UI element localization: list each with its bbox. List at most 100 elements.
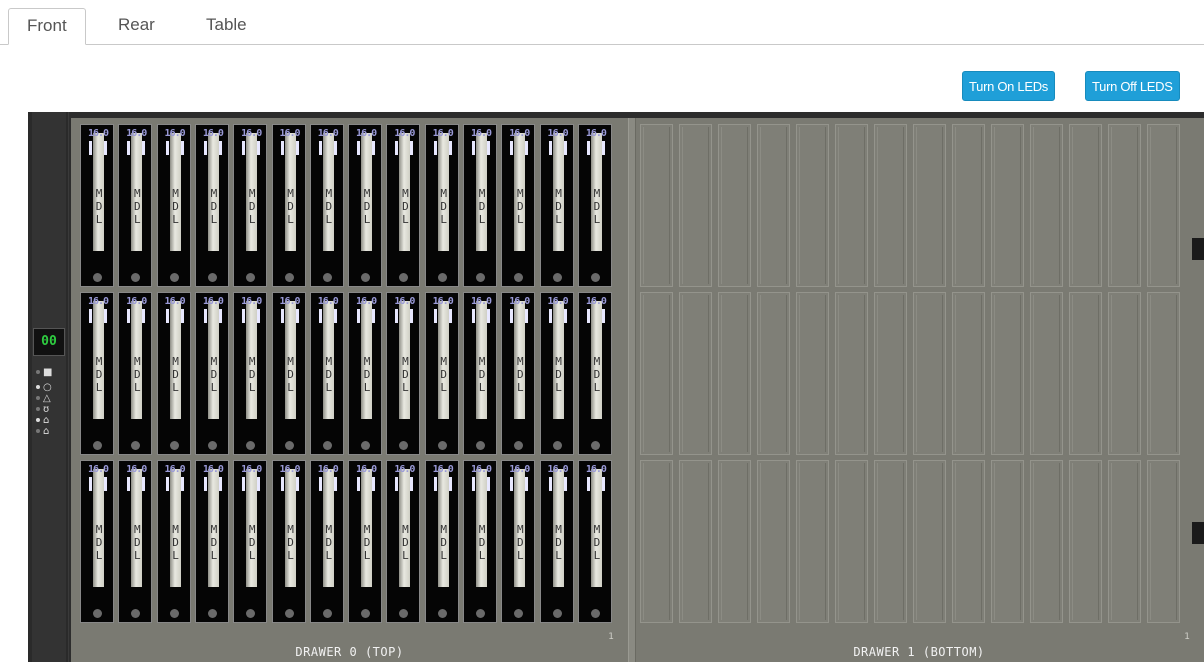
empty-slot[interactable] bbox=[679, 460, 712, 623]
disk-slot[interactable]: 16.0 M D L bbox=[386, 292, 421, 455]
empty-slot[interactable] bbox=[1147, 460, 1180, 623]
disk-slot[interactable]: 16.0 M D L bbox=[501, 460, 536, 623]
disk-slot[interactable]: 16.0 M D L bbox=[156, 460, 191, 623]
disk-slot[interactable]: 16.0 M D L bbox=[233, 292, 268, 455]
disk-status-led-icon bbox=[476, 273, 485, 282]
empty-slot[interactable] bbox=[874, 292, 907, 455]
empty-slot[interactable] bbox=[952, 124, 985, 287]
empty-slot[interactable] bbox=[835, 124, 868, 287]
disk-slot[interactable]: 16.0 M D L bbox=[194, 124, 229, 287]
disk-slot[interactable]: 16.0 M D L bbox=[501, 124, 536, 287]
empty-slot[interactable] bbox=[952, 460, 985, 623]
disk-capacity: 16.0 bbox=[125, 129, 147, 157]
turn-on-leds-button[interactable]: Turn On LEDs bbox=[962, 71, 1056, 101]
empty-slot[interactable] bbox=[991, 460, 1024, 623]
tab-rear[interactable]: Rear bbox=[100, 8, 173, 44]
empty-slot[interactable] bbox=[1069, 460, 1102, 623]
disk-slot[interactable]: 16.0 M D L bbox=[501, 292, 536, 455]
disk-slot[interactable]: 16.0 M D L bbox=[577, 124, 612, 287]
empty-slot[interactable] bbox=[952, 292, 985, 455]
disk-slot[interactable]: 16.0 M D L bbox=[118, 124, 153, 287]
empty-slot[interactable] bbox=[991, 292, 1024, 455]
disk-slot[interactable]: 16.0 M D L bbox=[156, 292, 191, 455]
disk-slot[interactable]: 16.0 M D L bbox=[80, 124, 114, 287]
disk-slot[interactable]: 16.0 M D L bbox=[539, 292, 574, 455]
disk-status-led-icon bbox=[361, 441, 371, 450]
empty-slot[interactable] bbox=[718, 460, 751, 623]
disk-slot[interactable]: 16.0 M D L bbox=[194, 292, 229, 455]
disk-slot[interactable]: 16.0 M D L bbox=[271, 124, 306, 287]
disk-slot[interactable]: 16.0 M D L bbox=[539, 460, 574, 623]
empty-slot[interactable] bbox=[835, 292, 868, 455]
disk-slot[interactable]: 16.0 M D L bbox=[424, 460, 459, 623]
disk-slot[interactable]: 16.0 M D L bbox=[348, 292, 383, 455]
empty-slot[interactable] bbox=[1147, 124, 1180, 287]
empty-slot[interactable] bbox=[874, 124, 907, 287]
disk-slot[interactable]: 16.0 M D L bbox=[463, 292, 497, 455]
empty-slot[interactable] bbox=[1108, 460, 1141, 623]
disk-slot[interactable]: 16.0 M D L bbox=[233, 460, 268, 623]
disk-slot[interactable]: 16.0 M D L bbox=[309, 460, 344, 623]
empty-slot[interactable] bbox=[874, 460, 907, 623]
disk-type-label: MDL bbox=[325, 187, 333, 226]
empty-slot[interactable] bbox=[1030, 124, 1063, 287]
empty-slot[interactable] bbox=[991, 124, 1024, 287]
empty-slot[interactable] bbox=[1108, 292, 1141, 455]
empty-slot[interactable] bbox=[640, 460, 673, 623]
empty-slot[interactable] bbox=[679, 292, 712, 455]
disk-slot[interactable]: 16.0 M D L bbox=[424, 124, 459, 287]
empty-slot[interactable] bbox=[718, 124, 751, 287]
empty-slot[interactable] bbox=[913, 124, 946, 287]
empty-slot[interactable] bbox=[679, 124, 712, 287]
disk-status-led-icon bbox=[361, 273, 371, 282]
disk-status-led-icon bbox=[207, 273, 217, 282]
empty-slot[interactable] bbox=[835, 460, 868, 623]
disk-slot[interactable]: 16.0 M D L bbox=[577, 460, 612, 623]
disk-type-label: MDL bbox=[402, 355, 409, 394]
disk-slot[interactable]: 16.0 M D L bbox=[577, 292, 612, 455]
tab-table[interactable]: Table bbox=[188, 8, 265, 44]
disk-type-label: MDL bbox=[172, 523, 179, 562]
disk-slot[interactable]: 16.0 M D L bbox=[424, 292, 459, 455]
disk-slot[interactable]: 16.0 M D L bbox=[348, 124, 383, 287]
disk-capacity: 16.0 bbox=[585, 129, 607, 157]
disk-slot[interactable]: 16.0 M D L bbox=[386, 460, 421, 623]
disk-slot[interactable]: 16.0 M D L bbox=[348, 460, 383, 623]
disk-slot[interactable]: 16.0 M D L bbox=[194, 460, 229, 623]
disk-slot[interactable]: 16.0 M D L bbox=[386, 124, 421, 287]
empty-slot[interactable] bbox=[757, 124, 790, 287]
empty-slot[interactable] bbox=[1147, 292, 1180, 455]
disk-slot[interactable]: 16.0 M D L bbox=[309, 124, 344, 287]
empty-slot[interactable] bbox=[718, 292, 751, 455]
disk-slot[interactable]: 16.0 M D L bbox=[271, 460, 306, 623]
empty-slot[interactable] bbox=[796, 292, 829, 455]
disk-slot[interactable]: 16.0 M D L bbox=[463, 460, 497, 623]
disk-slot[interactable]: 16.0 M D L bbox=[539, 124, 574, 287]
empty-slot[interactable] bbox=[796, 124, 829, 287]
disk-slot[interactable]: 16.0 M D L bbox=[233, 124, 268, 287]
disk-slot[interactable]: 16.0 M D L bbox=[118, 292, 153, 455]
disk-slot[interactable]: 16.0 M D L bbox=[463, 124, 497, 287]
drawer-1[interactable]: 1 DRAWER 1 (BOTTOM) bbox=[634, 118, 1204, 662]
drawer-0[interactable]: 1 DRAWER 0 (TOP) 16.0 M D L 16.0 M D L 16.0 M D L 16… bbox=[71, 118, 628, 662]
empty-slot[interactable] bbox=[1108, 124, 1141, 287]
empty-slot[interactable] bbox=[757, 292, 790, 455]
tab-front[interactable]: Front bbox=[8, 8, 86, 45]
disk-slot[interactable]: 16.0 M D L bbox=[118, 460, 153, 623]
empty-slot[interactable] bbox=[913, 460, 946, 623]
empty-slot[interactable] bbox=[1030, 292, 1063, 455]
empty-slot[interactable] bbox=[757, 460, 790, 623]
empty-slot[interactable] bbox=[640, 292, 673, 455]
disk-slot[interactable]: 16.0 M D L bbox=[156, 124, 191, 287]
empty-slot[interactable] bbox=[913, 292, 946, 455]
turn-off-leds-button[interactable]: Turn Off LEDS bbox=[1085, 71, 1180, 101]
empty-slot[interactable] bbox=[796, 460, 829, 623]
empty-slot[interactable] bbox=[1069, 292, 1102, 455]
disk-slot[interactable]: 16.0 M D L bbox=[309, 292, 344, 455]
empty-slot[interactable] bbox=[1030, 460, 1063, 623]
disk-slot[interactable]: 16.0 M D L bbox=[80, 292, 114, 455]
empty-slot[interactable] bbox=[1069, 124, 1102, 287]
disk-slot[interactable]: 16.0 M D L bbox=[271, 292, 306, 455]
empty-slot[interactable] bbox=[640, 124, 673, 287]
disk-slot[interactable]: 16.0 M D L bbox=[80, 460, 114, 623]
